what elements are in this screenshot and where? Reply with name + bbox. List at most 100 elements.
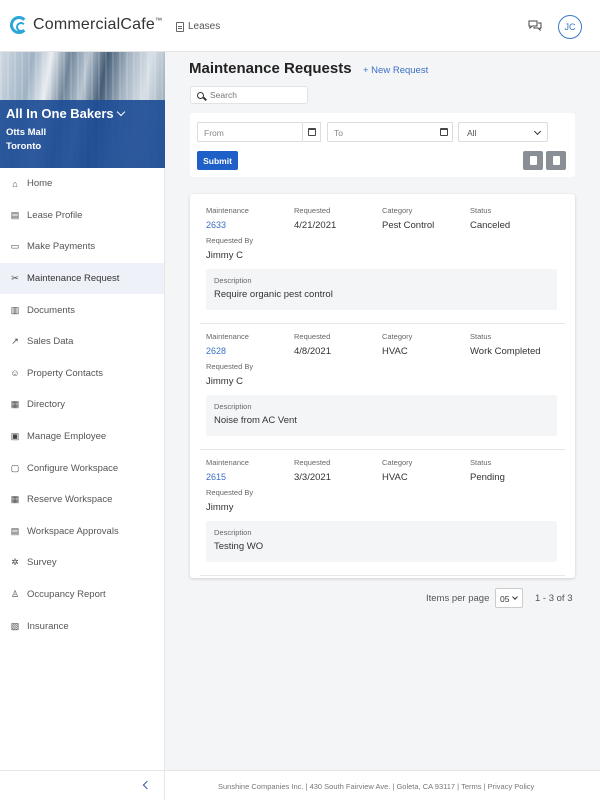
requested-by-value: Jimmy C	[206, 376, 243, 387]
sidebar-item-label: Insurance	[27, 620, 69, 632]
items-per-page-label: Items per page	[426, 593, 490, 604]
sidebar-item-make-payments[interactable]: ▭ Make Payments	[0, 231, 164, 263]
description-box: Description Require organic pest control	[206, 269, 557, 310]
chevron-down-icon	[512, 594, 518, 600]
status-select[interactable]: All	[458, 122, 548, 142]
sidebar-item-label: Documents	[27, 304, 76, 316]
requested-date: 3/3/2021	[294, 472, 331, 483]
search-box[interactable]	[190, 86, 308, 104]
sidebar-item-lease-profile[interactable]: ▤ Lease Profile	[0, 200, 164, 232]
requests-list: Maintenance 2633 Requested 4/21/2021 Categor…	[190, 194, 575, 578]
home-icon: ⌂	[12, 178, 18, 189]
sidebar-item-directory[interactable]: ▦ Directory	[0, 389, 164, 421]
to-calendar-button[interactable]	[435, 122, 453, 142]
list-item: Maintenance 2628 Requested 4/8/2021 Category…	[200, 324, 565, 450]
sidebar-item-manage-employee[interactable]: ▣ Manage Employee	[0, 421, 164, 453]
sidebar-item-maintenance-request[interactable]: ✂ Maintenance Request	[0, 262, 164, 295]
chevron-down-icon	[116, 107, 125, 117]
document-icon	[176, 21, 184, 32]
sidebar-item-label: Directory	[27, 399, 66, 411]
description-label: Description	[214, 528, 252, 537]
pagination: Items per page 05 1 - 3 of 3	[0, 588, 600, 608]
status-select-value: All	[467, 128, 477, 138]
directory-icon: ▦	[10, 399, 20, 410]
sidebar-item-workspace-approvals[interactable]: ▤ Workspace Approvals	[0, 516, 164, 548]
document-icon: ▤	[10, 209, 20, 220]
export-pdf-button[interactable]	[523, 151, 543, 170]
page-footer: Sunshine Companies Inc. | 430 South Fair…	[165, 770, 600, 800]
company-switcher[interactable]: All In One Bakers	[6, 106, 125, 121]
list-item: Maintenance 2615 Requested 3/3/2021 Category…	[200, 450, 565, 576]
pagination-range: 1 - 3 of 3	[535, 593, 573, 604]
file-icon	[552, 156, 560, 165]
status-label: Status	[470, 206, 492, 215]
file-icon	[529, 156, 537, 165]
calendar-icon	[439, 128, 448, 136]
status-value: Pending	[470, 472, 505, 483]
sidebar-item-label: Property Contacts	[27, 367, 104, 379]
description-label: Description	[214, 276, 252, 285]
requested-by-label: Requested By	[206, 488, 254, 497]
sidebar: All In One Bakers Otts Mall Toronto ⌂ Hom…	[0, 52, 165, 770]
property-hero: All In One Bakers Otts Mall Toronto	[0, 52, 165, 168]
commercialcafe-logo-icon	[10, 16, 28, 34]
request-id-link[interactable]: 2628	[206, 346, 226, 356]
sidebar-item-label: Lease Profile	[27, 209, 83, 221]
from-date-field[interactable]: From	[197, 122, 303, 142]
collapse-sidebar-icon[interactable]	[142, 780, 152, 790]
id-card-icon: ▣	[10, 431, 20, 442]
sidebar-item-label: Make Payments	[27, 241, 96, 253]
sidebar-nav: ⌂ Home ▤ Lease Profile ▭ Make Payments ✂ Mainte…	[0, 168, 164, 642]
sidebar-item-insurance[interactable]: ▧ Insurance	[0, 610, 164, 642]
property-location: Otts Mall Toronto	[6, 126, 46, 154]
sidebar-item-reserve-workspace[interactable]: ▦ Reserve Workspace	[0, 484, 164, 516]
submit-button[interactable]: Submit	[197, 151, 238, 170]
maintenance-label: Maintenance	[206, 332, 249, 341]
items-per-page-select[interactable]: 05	[495, 588, 523, 608]
documents-icon: ▥	[10, 304, 20, 315]
request-id-link[interactable]: 2633	[206, 220, 226, 230]
sidebar-item-label: Sales Data	[27, 336, 74, 348]
page-title: Maintenance Requests	[189, 60, 352, 77]
chart-icon: ↗	[11, 336, 19, 347]
property-city: Toronto	[6, 141, 42, 152]
sidebar-item-label: Maintenance Request	[27, 273, 120, 285]
property-name: Otts Mall	[6, 127, 47, 138]
sidebar-item-property-contacts[interactable]: ☺ Property Contacts	[0, 358, 164, 390]
requested-by-value: Jimmy C	[206, 250, 243, 261]
category-label: Category	[382, 206, 413, 215]
contacts-icon: ☺	[10, 368, 20, 379]
insurance-icon: ▧	[10, 620, 20, 631]
requested-by-label: Requested By	[206, 236, 254, 245]
description-value: Testing WO	[214, 541, 264, 552]
export-excel-button[interactable]	[546, 151, 566, 170]
request-id-link[interactable]: 2615	[206, 472, 226, 482]
maintenance-label: Maintenance	[206, 458, 249, 467]
sidebar-item-home[interactable]: ⌂ Home	[0, 168, 164, 200]
filter-panel: From To All Submit	[190, 113, 575, 177]
user-avatar[interactable]: JC	[558, 15, 582, 39]
chat-icon[interactable]	[528, 20, 542, 31]
sidebar-footer	[0, 770, 165, 800]
company-name: All In One Bakers	[6, 106, 114, 121]
calendar-icon	[307, 128, 316, 136]
search-input[interactable]	[210, 90, 300, 100]
category-value: HVAC	[382, 472, 408, 483]
sidebar-item-configure-workspace[interactable]: ▢ Configure Workspace	[0, 452, 164, 484]
requested-label: Requested	[294, 332, 331, 341]
to-date-field[interactable]: To	[327, 122, 437, 142]
requested-date: 4/21/2021	[294, 220, 337, 231]
category-value: HVAC	[382, 346, 408, 357]
payment-icon: ▭	[10, 241, 20, 252]
sidebar-item-documents[interactable]: ▥ Documents	[0, 294, 164, 326]
sidebar-item-sales-data[interactable]: ↗ Sales Data	[0, 326, 164, 358]
sidebar-item-label: Configure Workspace	[27, 462, 119, 474]
new-request-link[interactable]: + New Request	[363, 65, 428, 76]
sidebar-item-survey[interactable]: ✲ Survey	[0, 547, 164, 579]
category-label: Category	[382, 332, 413, 341]
brand-logo[interactable]: CommercialCafe™	[10, 16, 162, 34]
leases-breadcrumb[interactable]: Leases	[176, 21, 220, 32]
from-calendar-button[interactable]	[303, 122, 321, 142]
requested-by-label: Requested By	[206, 362, 254, 371]
footer-text[interactable]: Sunshine Companies Inc. | 430 South Fair…	[218, 782, 534, 791]
